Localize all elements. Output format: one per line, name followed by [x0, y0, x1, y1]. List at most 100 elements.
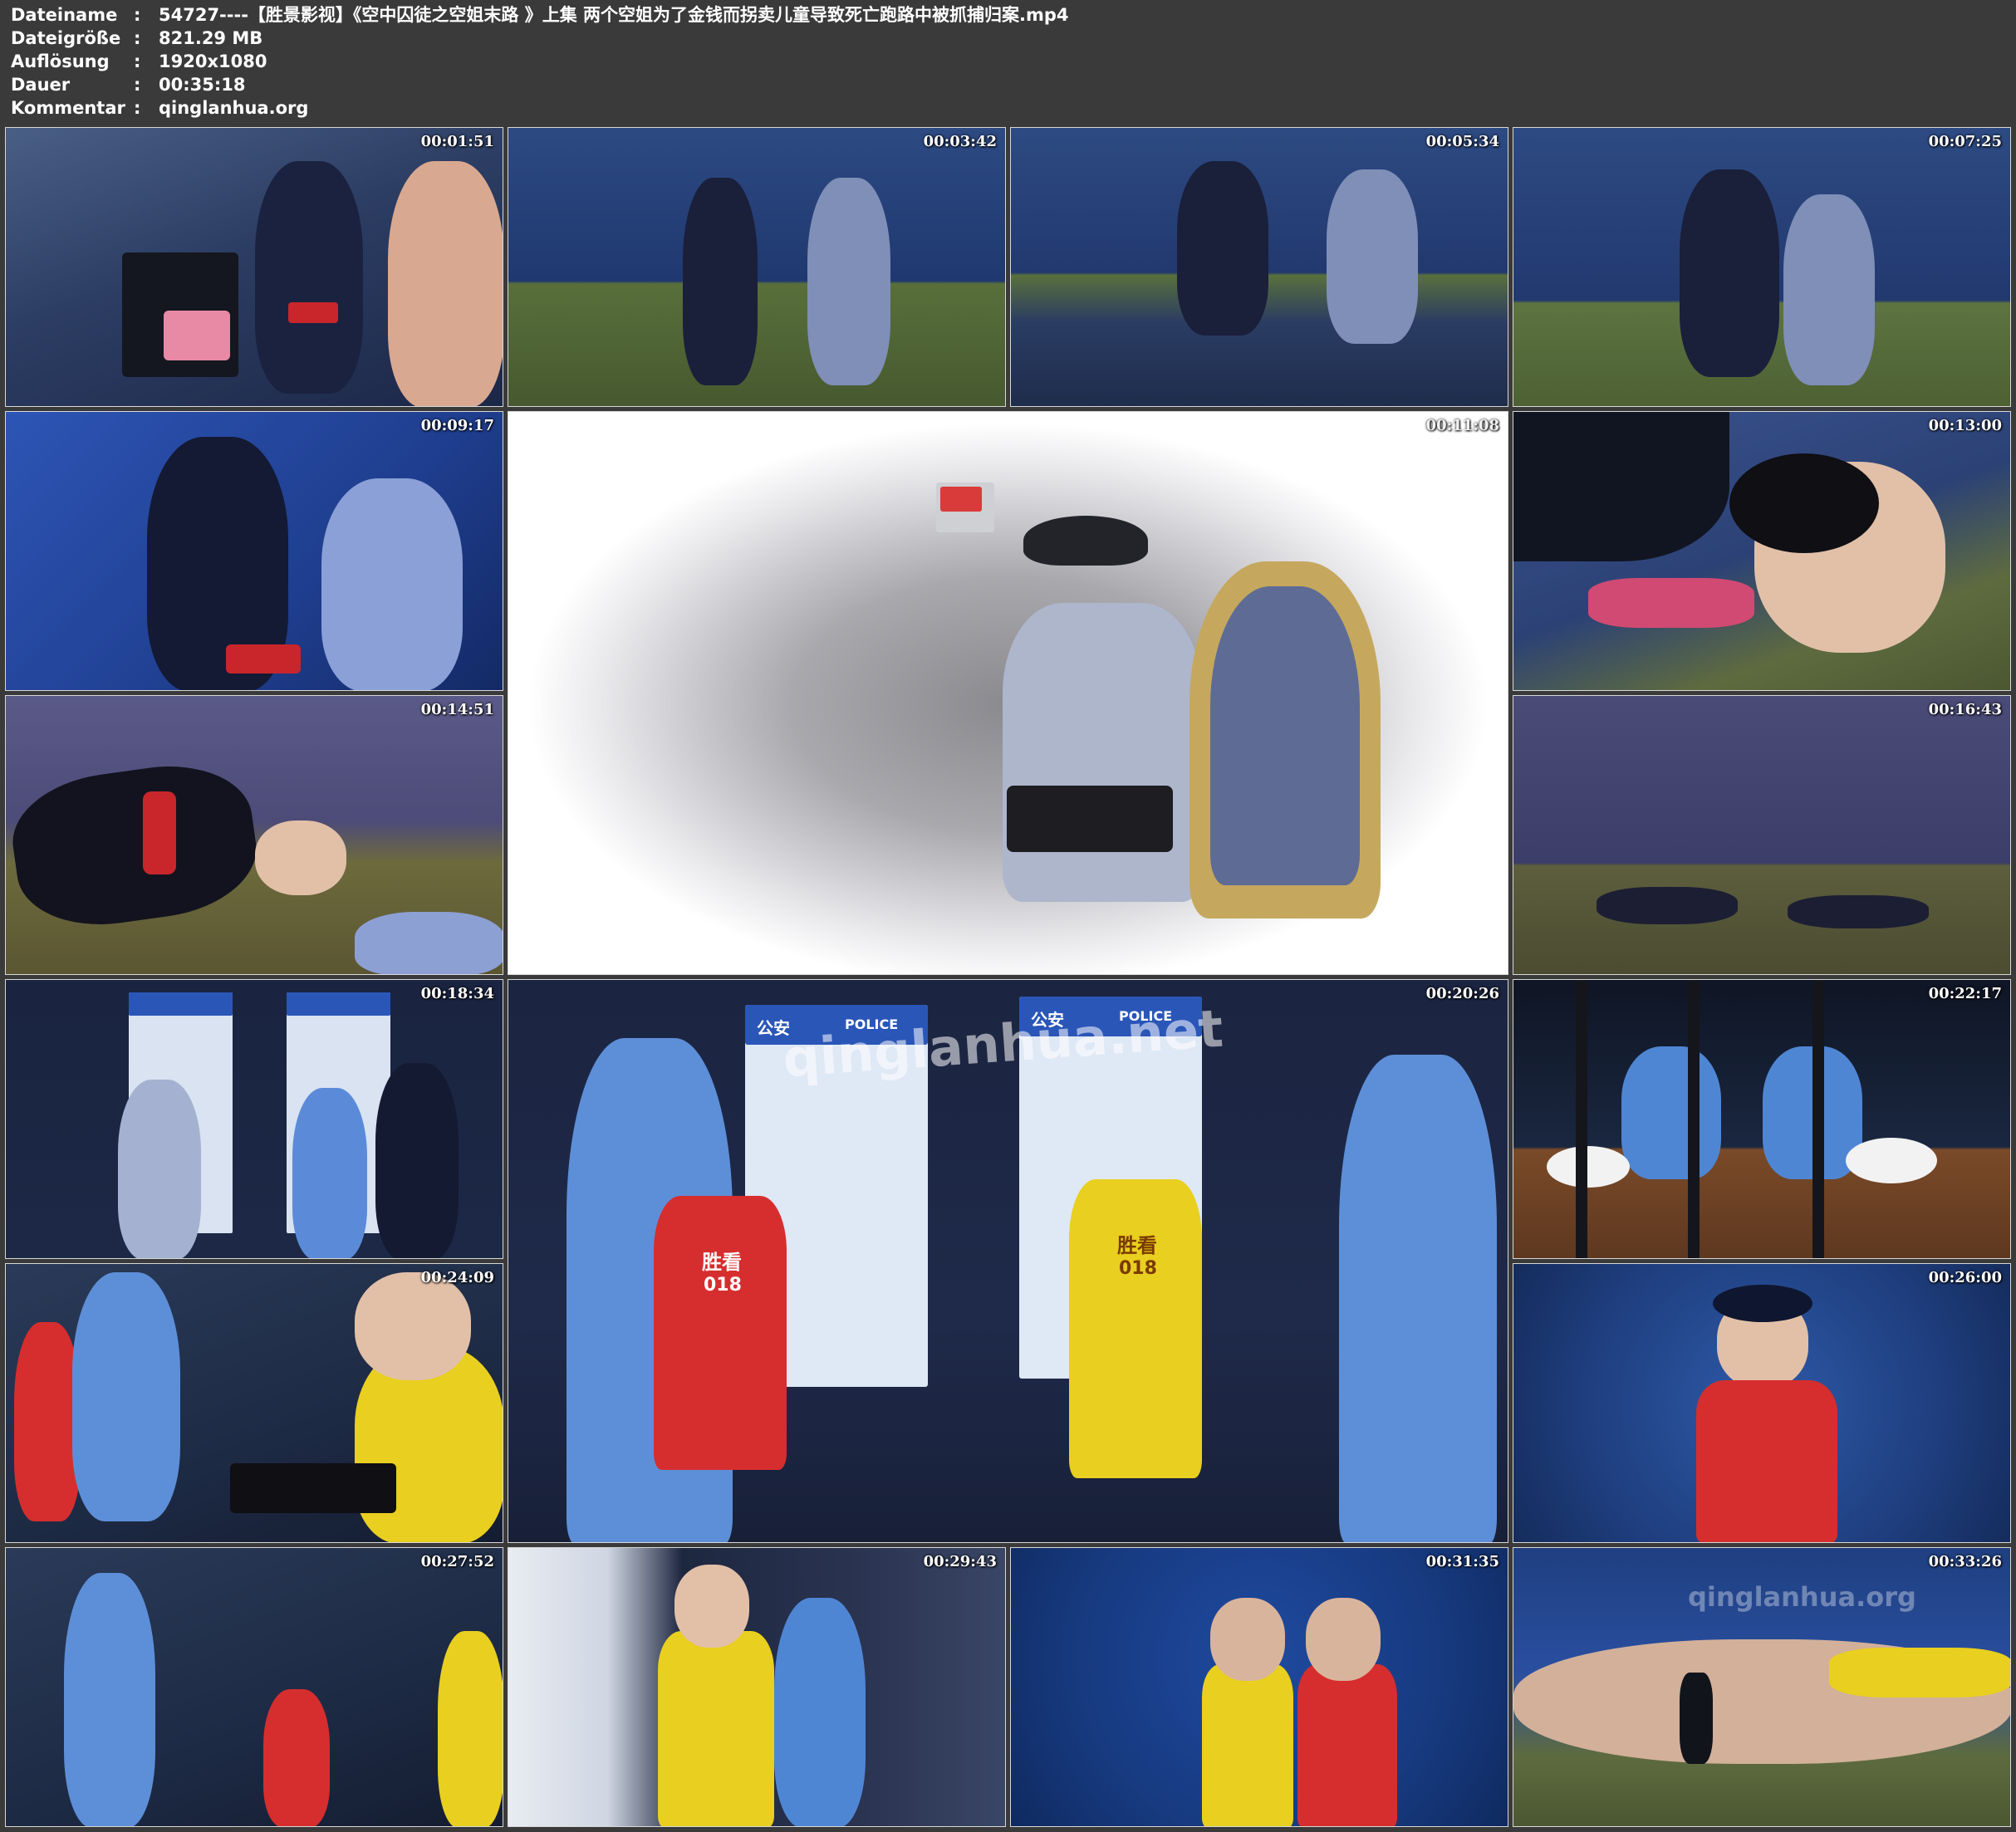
cuff-shape [1680, 1673, 1713, 1764]
skirt-shape [1007, 786, 1173, 852]
filename-value: 54727----【胜景影视】《空中囚徒之空姐末路 》上集 两个空姐为了金钱而拐… [159, 5, 1069, 25]
timestamp: 00:16:43 [1928, 701, 2002, 718]
pink-items-shape [164, 311, 230, 360]
filesize-value: 821.29 MB [159, 28, 263, 48]
face-shape [255, 820, 346, 895]
thumbnail-image [1513, 696, 2010, 974]
figure-shape [1327, 169, 1418, 344]
thumbnail-13[interactable]: 00:24:09 [5, 1263, 503, 1543]
officer-shape [1621, 1046, 1721, 1179]
resolution-row: Auflösung:1920x1080 [11, 50, 267, 73]
figure-shape [1177, 161, 1268, 336]
thumbnail-3[interactable]: 00:05:34 [1010, 127, 1508, 407]
red-belt-shape [288, 302, 338, 323]
comment-row: Kommentar: qinglanhua.org [11, 96, 308, 120]
red-vest-shape: 胜看 018 [654, 1196, 787, 1470]
cap-shape [1846, 1138, 1937, 1183]
bar-shape [1812, 980, 1824, 1258]
red-vest-shape [14, 1322, 81, 1521]
timestamp: 00:29:43 [923, 1553, 997, 1570]
thumbnail-12[interactable]: 00:22:17 [1513, 979, 2011, 1259]
thumbnail-2[interactable]: 00:03:42 [508, 127, 1006, 407]
red-belt-shape [226, 644, 301, 674]
comment-separator: : [134, 98, 141, 118]
filesize-separator: : [134, 28, 141, 48]
chair-pattern-shape [1210, 586, 1360, 885]
vest-text-2: 胜看 [1117, 1234, 1157, 1257]
duration-label: Dauer [11, 75, 71, 95]
file-info-header: Dateiname:54727----【胜景影视】《空中囚徒之空姐末路 》上集 … [0, 0, 2016, 125]
figure-shape [355, 912, 503, 974]
figure-shape [255, 161, 363, 394]
officer-shape [72, 1272, 180, 1521]
timestamp: 00:09:17 [420, 417, 494, 434]
timestamp: 00:22:17 [1928, 985, 2002, 1002]
duration-separator: : [134, 75, 141, 95]
thumbnail-5[interactable]: 00:09:17 [5, 411, 503, 691]
comment-label: Kommentar [11, 98, 125, 118]
thumbnail-9[interactable]: 00:16:43 [1513, 695, 2011, 975]
timestamp: 00:20:26 [1425, 985, 1499, 1002]
officer-shape [292, 1088, 367, 1258]
resolution-label: Auflösung [11, 51, 110, 71]
face-shape [355, 1272, 471, 1380]
timestamp: 00:26:00 [1928, 1269, 2002, 1286]
resolution-value: 1920x1080 [159, 51, 267, 71]
resolution-separator: : [134, 51, 141, 71]
figure-shape [683, 178, 758, 385]
figure-shape [375, 1063, 459, 1258]
figure-shape [1003, 603, 1202, 902]
bar-shape [1688, 980, 1700, 1258]
thumbnail-17[interactable]: 00:31:35 [1010, 1547, 1508, 1827]
vest-num-2: 018 [1119, 1258, 1157, 1279]
officer-shape [774, 1598, 866, 1826]
yellow-vest-shape [1202, 1664, 1293, 1826]
timestamp: 00:27:52 [420, 1553, 494, 1570]
figure-shape [118, 1080, 201, 1258]
thumbnail-18[interactable]: qinglanhua.org 00:33:26 [1513, 1547, 2011, 1827]
hat-shape [1713, 1285, 1812, 1322]
thumbnail-6-large[interactable]: 00:11:08 [508, 411, 1508, 975]
thumbnail-10[interactable]: 00:18:34 [5, 979, 503, 1259]
red-vest-shape [1297, 1664, 1397, 1826]
duration-row: Dauer:00:35:18 [11, 73, 245, 96]
hat-shape [1023, 516, 1148, 566]
face-shape [1306, 1598, 1381, 1681]
figure-shape [1680, 169, 1779, 377]
thumbnail-14[interactable]: 00:26:00 [1513, 1263, 2011, 1543]
filename-separator: : [134, 5, 141, 25]
filesize-label: Dateigröße [11, 28, 121, 48]
thumbnail-1[interactable]: 00:01:51 [5, 127, 503, 407]
comment-value: qinglanhua.org [159, 98, 309, 118]
vest-text-1: 胜看 [702, 1251, 742, 1274]
red-belt-shape [143, 791, 176, 874]
cap-shape [1547, 1146, 1630, 1188]
vest-num-1: 018 [704, 1275, 742, 1296]
thumbnail-15[interactable]: 00:27:52 [5, 1547, 503, 1827]
bar-shape [1576, 980, 1587, 1258]
thumbnail-7[interactable]: 00:13:00 [1513, 411, 2011, 691]
figure-shape [321, 478, 463, 690]
figure-shape [1783, 194, 1875, 385]
filename-row: Dateiname:54727----【胜景影视】《空中囚徒之空姐末路 》上集 … [11, 3, 1069, 27]
timestamp: 00:33:26 [1928, 1553, 2002, 1570]
duration-value: 00:35:18 [159, 75, 246, 95]
timestamp: 00:24:09 [420, 1269, 494, 1286]
timestamp: 00:18:34 [420, 985, 494, 1002]
hair-shape [1729, 453, 1879, 553]
timestamp: 00:31:35 [1425, 1553, 1499, 1570]
yellow-vest-shape [438, 1631, 503, 1826]
thumbnail-8[interactable]: 00:14:51 [5, 695, 503, 975]
police-banner-2 [287, 992, 390, 1016]
thumbnail-4[interactable]: 00:07:25 [1513, 127, 2011, 407]
timestamp: 00:05:34 [1425, 133, 1499, 150]
timestamp: 00:11:08 [1425, 417, 1499, 434]
officer-shape [64, 1573, 155, 1826]
timestamp: 00:07:25 [1928, 133, 2002, 150]
thumbnail-11-large[interactable]: 公安 POLICE 公安 POLICE 胜看 018 胜看 018 qingla… [508, 979, 1508, 1543]
desk-shape [230, 1463, 396, 1513]
thumbnail-16[interactable]: 00:29:43 [508, 1547, 1006, 1827]
yellow-vest-shape [658, 1631, 774, 1826]
figure-shape [807, 178, 890, 385]
face-shape [1210, 1598, 1285, 1681]
